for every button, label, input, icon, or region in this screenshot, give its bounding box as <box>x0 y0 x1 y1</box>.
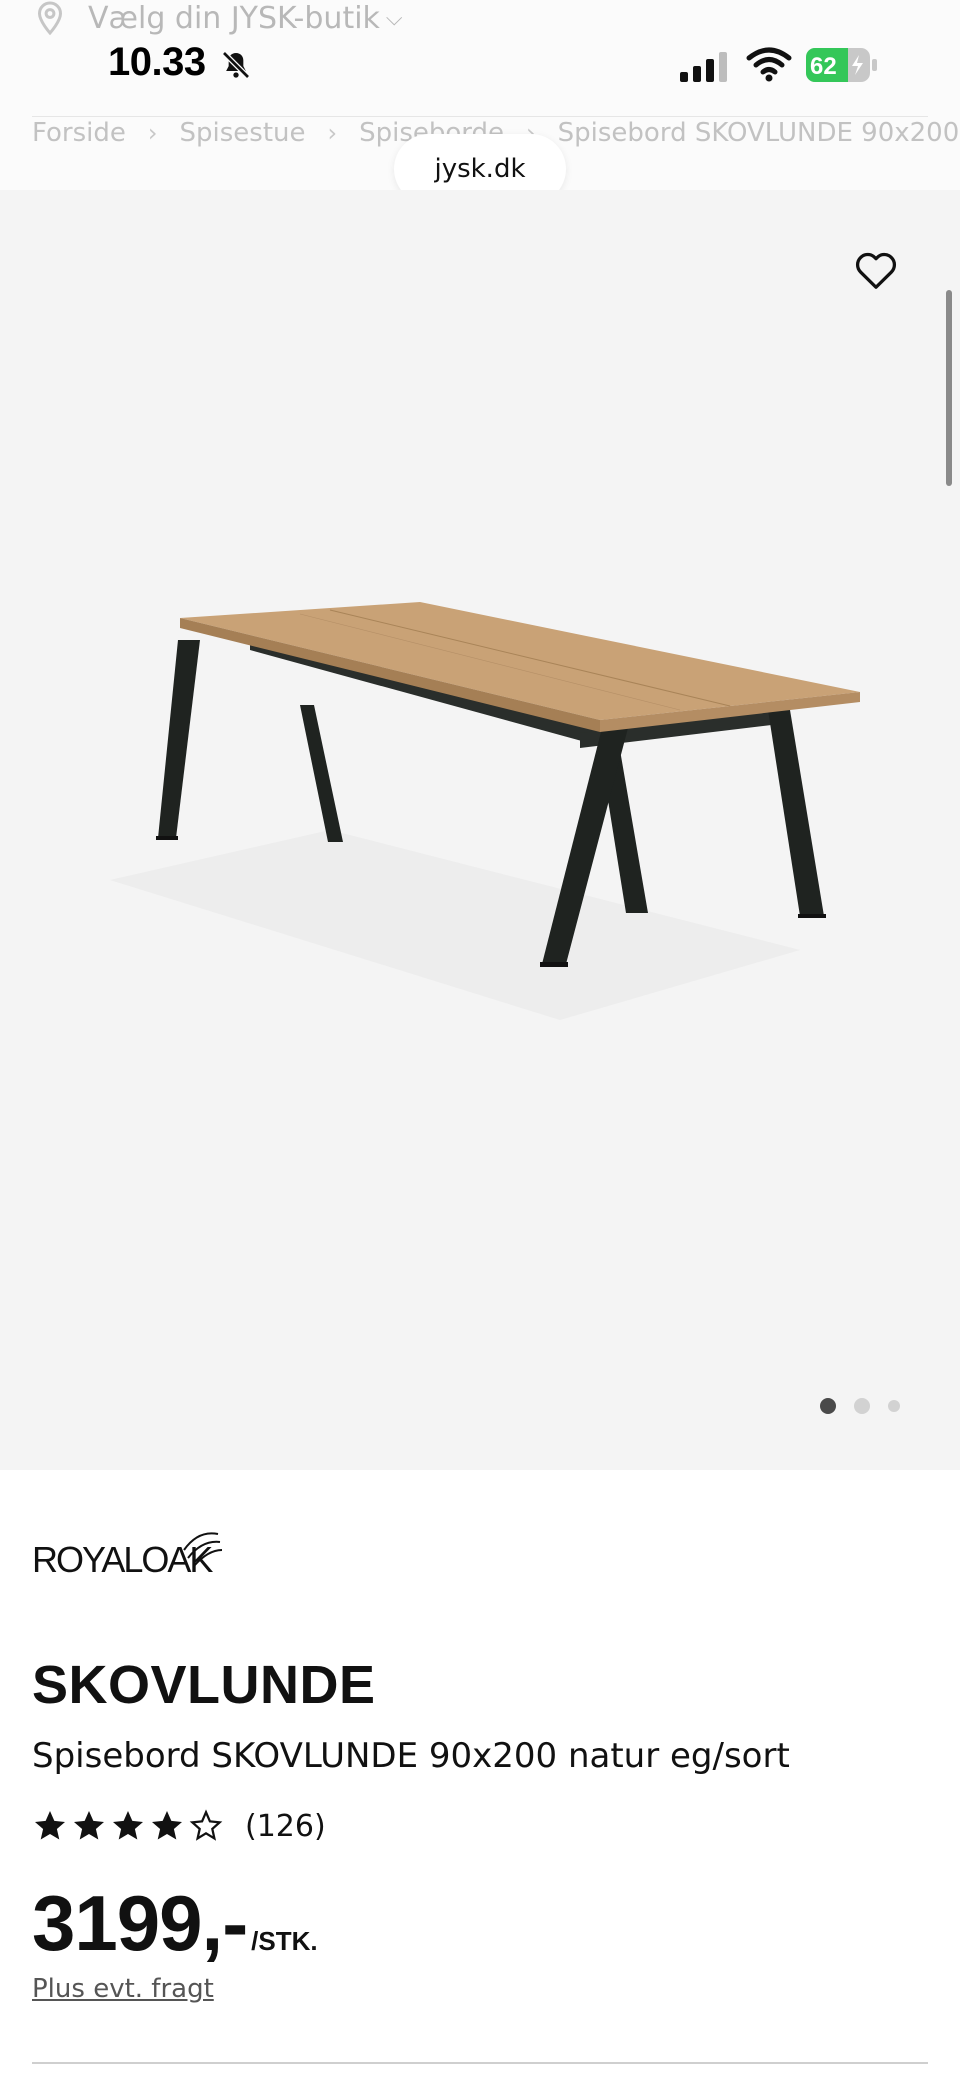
location-pin-icon <box>37 1 63 36</box>
product-image <box>110 602 860 1020</box>
star-filled-icon <box>35 1811 65 1840</box>
battery-indicator: 62 <box>806 48 878 82</box>
breadcrumb-dining-room[interactable]: Spisestue <box>180 118 306 148</box>
brand-logo-text: ROYALOAK <box>32 1539 213 1580</box>
breadcrumb-current: Spisebord SKOVLUNDE 90x200 <box>557 118 960 148</box>
breadcrumb-home[interactable]: Forside <box>32 118 126 148</box>
price-value: 3199,- <box>32 1879 248 1967</box>
product-description: Spisebord SKOVLUNDE 90x200 natur eg/sort <box>32 1736 790 1776</box>
price-unit: /STK. <box>251 1926 318 1956</box>
heart-icon[interactable] <box>854 250 898 290</box>
pagination-dot[interactable] <box>854 1398 870 1414</box>
star-filled-icon <box>74 1811 104 1840</box>
section-divider <box>32 2062 928 2064</box>
rating[interactable]: (126) <box>32 1808 326 1844</box>
top-header: Vælg din JYSK-butik ⌵ 10.33 62 Forside ›… <box>0 0 960 204</box>
chevron-right-icon: › <box>147 119 158 147</box>
status-time: 10.33 <box>108 40 206 84</box>
cellular-signal-icon <box>680 52 727 82</box>
star-filled-icon <box>152 1811 182 1840</box>
review-count[interactable]: (126) <box>245 1809 326 1844</box>
status-bar: 10.33 62 <box>0 36 960 117</box>
pagination-dot[interactable] <box>820 1398 836 1414</box>
gallery-pagination[interactable] <box>820 1398 918 1414</box>
product-gallery[interactable] <box>0 190 960 1470</box>
chevron-down-icon: ⌵ <box>385 5 403 31</box>
battery-icon: 62 <box>806 48 877 82</box>
bell-off-icon <box>222 51 250 79</box>
freight-link[interactable]: Plus evt. fragt <box>32 1974 214 2004</box>
wifi-icon <box>746 47 792 82</box>
product-title: SKOVLUNDE <box>32 1655 376 1715</box>
store-selector[interactable]: Vælg din JYSK-butik ⌵ <box>32 0 403 36</box>
pagination-dot[interactable] <box>888 1400 900 1412</box>
chevron-right-icon: › <box>327 119 338 147</box>
star-empty-icon <box>189 1809 223 1841</box>
star-filled-icon <box>113 1811 143 1840</box>
brand-logo: ROYALOAK <box>32 1532 223 1580</box>
scrollbar-thumb[interactable] <box>946 290 952 486</box>
price: 3199,- /STK. <box>32 1878 318 1969</box>
battery-level: 62 <box>810 53 837 80</box>
store-selector-label: Vælg din JYSK-butik <box>88 0 380 36</box>
header-divider <box>32 116 928 117</box>
